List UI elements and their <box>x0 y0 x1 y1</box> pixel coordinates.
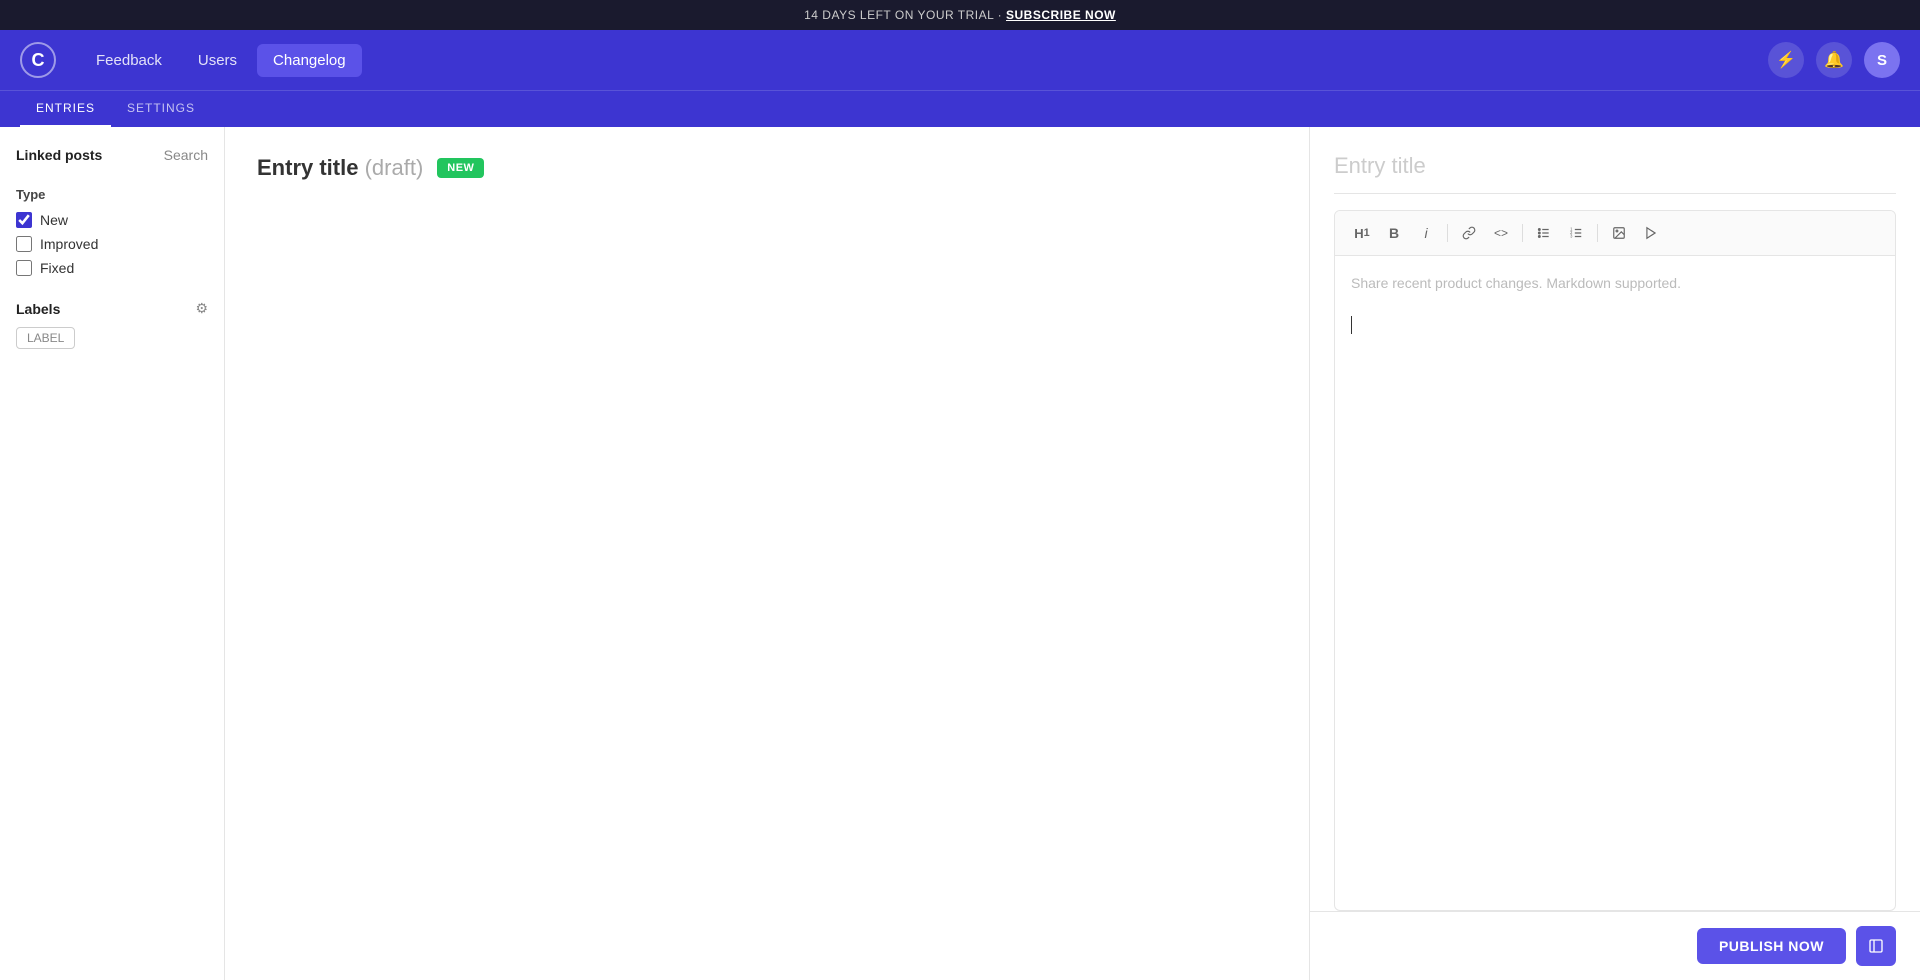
subscribe-link[interactable]: SUBSCRIBE NOW <box>1006 8 1116 22</box>
label-tag[interactable]: LABEL <box>16 327 75 349</box>
right-panel-content: H1 B i <> 123 <box>1310 127 1920 911</box>
right-panel-wrapper: H1 B i <> 123 <box>1310 127 1920 980</box>
labels-header: Labels ⚙ <box>16 300 208 317</box>
type-fixed[interactable]: Fixed <box>16 260 208 276</box>
toolbar-bold-btn[interactable]: B <box>1379 219 1409 247</box>
bottom-bar: PUBLISH NOW <box>1310 911 1920 980</box>
editor-placeholder: Share recent product changes. Markdown s… <box>1351 275 1681 291</box>
toolbar-sep-1 <box>1447 224 1448 242</box>
bell-icon: 🔔 <box>1824 50 1844 70</box>
type-new-label[interactable]: New <box>40 212 68 228</box>
cursor-line <box>1351 316 1352 334</box>
publish-now-button[interactable]: PUBLISH NOW <box>1697 928 1846 964</box>
nav-users[interactable]: Users <box>182 44 253 77</box>
toolbar-ol-btn[interactable]: 123 <box>1561 219 1591 247</box>
entry-title-display: Entry title (draft) <box>257 155 423 181</box>
toolbar-ul-btn[interactable] <box>1529 219 1559 247</box>
editor-content[interactable]: Share recent product changes. Markdown s… <box>1335 256 1895 910</box>
linked-posts-header: Linked posts Search <box>16 147 208 163</box>
toolbar-video-btn[interactable] <box>1636 219 1666 247</box>
type-improved-label[interactable]: Improved <box>40 236 98 252</box>
preview-button[interactable] <box>1856 926 1896 966</box>
toolbar-h1-btn[interactable]: H1 <box>1347 219 1377 247</box>
new-badge: NEW <box>437 158 484 178</box>
lightning-icon-btn[interactable]: ⚡ <box>1768 42 1804 78</box>
type-fixed-checkbox[interactable] <box>16 260 32 276</box>
nav-changelog[interactable]: Changelog <box>257 44 362 77</box>
editor-toolbar: H1 B i <> 123 <box>1335 211 1895 256</box>
type-label: Type <box>16 187 208 202</box>
type-new[interactable]: New <box>16 212 208 228</box>
toolbar-image-btn[interactable] <box>1604 219 1634 247</box>
center-panel: Entry title (draft) NEW <box>225 127 1310 980</box>
toolbar-sep-3 <box>1597 224 1598 242</box>
gear-icon[interactable]: ⚙ <box>195 300 208 317</box>
lightning-icon: ⚡ <box>1776 50 1796 70</box>
entry-title-input[interactable] <box>1334 147 1896 194</box>
nav-right: ⚡ 🔔 S <box>1768 42 1900 78</box>
subnav-entries[interactable]: ENTRIES <box>20 91 111 127</box>
search-link[interactable]: Search <box>164 147 208 163</box>
avatar[interactable]: S <box>1864 42 1900 78</box>
trial-text: 14 DAYS LEFT ON YOUR TRIAL · <box>804 8 1006 22</box>
svg-text:3: 3 <box>1570 234 1573 239</box>
left-sidebar: Linked posts Search Type New Improved Fi… <box>0 127 225 980</box>
entry-header: Entry title (draft) NEW <box>257 155 1277 181</box>
toolbar-link-btn[interactable] <box>1454 219 1484 247</box>
main-layout: Linked posts Search Type New Improved Fi… <box>0 127 1920 980</box>
type-improved-checkbox[interactable] <box>16 236 32 252</box>
toolbar-italic-btn[interactable]: i <box>1411 219 1441 247</box>
bell-icon-btn[interactable]: 🔔 <box>1816 42 1852 78</box>
trial-banner: 14 DAYS LEFT ON YOUR TRIAL · SUBSCRIBE N… <box>0 0 1920 30</box>
subnav-settings[interactable]: SETTINGS <box>111 91 211 127</box>
sub-nav: ENTRIES SETTINGS <box>0 90 1920 127</box>
labels-section: Labels ⚙ LABEL <box>16 300 208 349</box>
type-section: Type New Improved Fixed <box>16 187 208 276</box>
nav-feedback[interactable]: Feedback <box>80 44 178 77</box>
labels-title: Labels <box>16 301 60 317</box>
type-fixed-label[interactable]: Fixed <box>40 260 74 276</box>
entry-draft-text: (draft) <box>365 155 424 180</box>
toolbar-sep-2 <box>1522 224 1523 242</box>
type-improved[interactable]: Improved <box>16 236 208 252</box>
logo[interactable]: C <box>20 42 56 78</box>
type-new-checkbox[interactable] <box>16 212 32 228</box>
linked-posts-title: Linked posts <box>16 147 102 163</box>
editor-box: H1 B i <> 123 <box>1334 210 1896 911</box>
top-nav: C Feedback Users Changelog ⚡ 🔔 S <box>0 30 1920 90</box>
entry-title-text: Entry title <box>257 155 358 180</box>
toolbar-code-btn[interactable]: <> <box>1486 219 1516 247</box>
nav-links: Feedback Users Changelog <box>80 44 1768 77</box>
linked-posts-section: Linked posts Search <box>16 147 208 163</box>
